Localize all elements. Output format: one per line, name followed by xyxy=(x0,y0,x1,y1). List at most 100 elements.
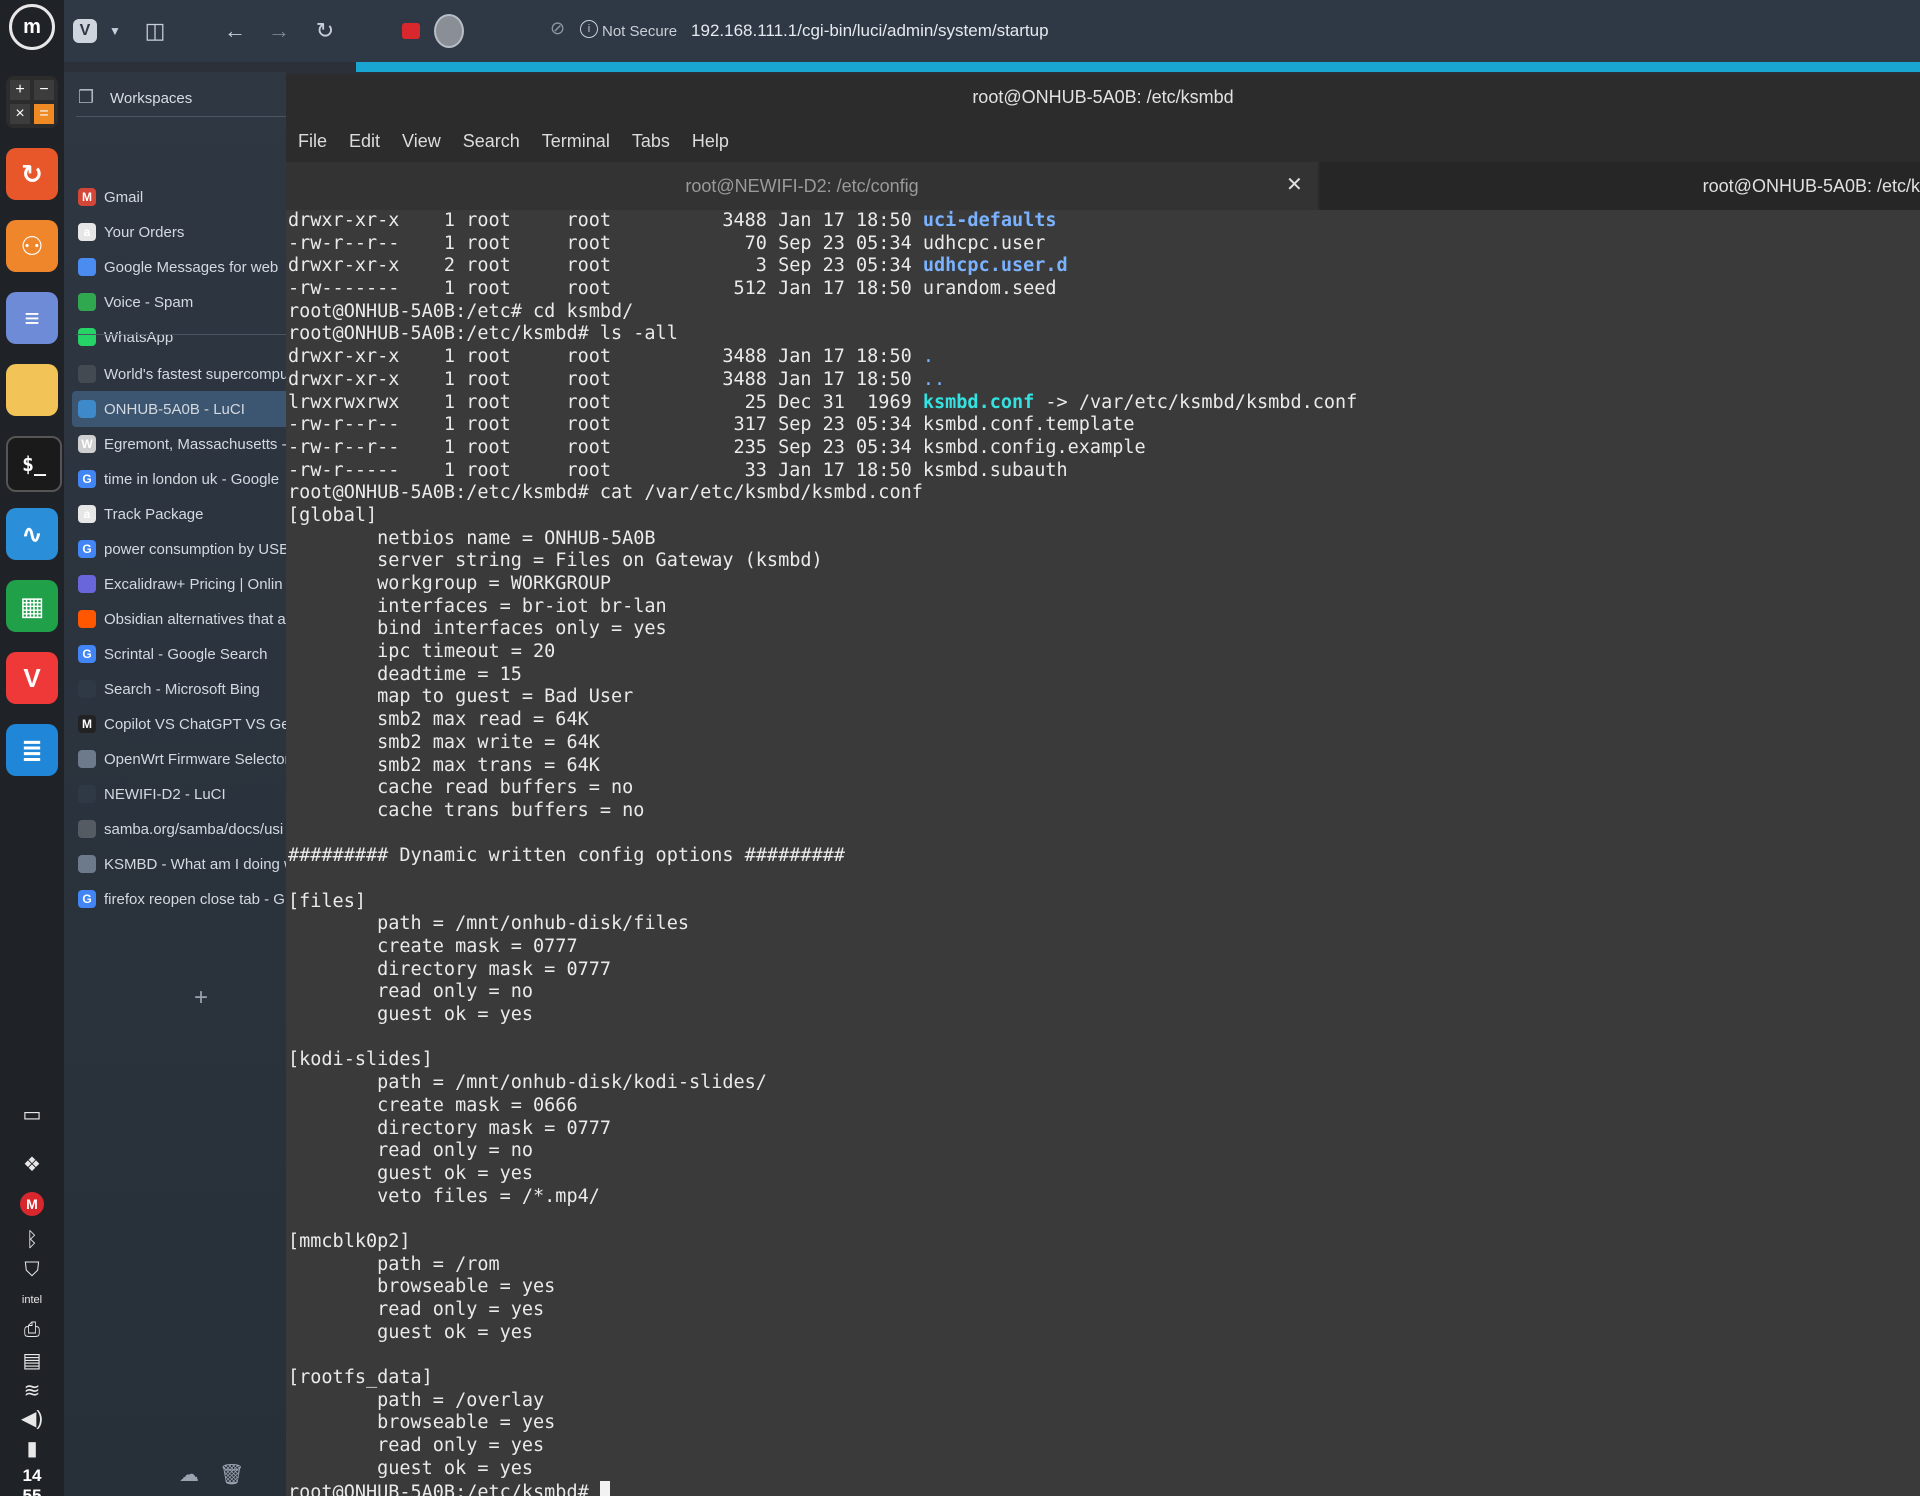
intel-icon[interactable]: intel xyxy=(16,1286,48,1314)
sidebar-tab[interactable]: G Scrintal - Google Search xyxy=(72,636,286,672)
terminal-text: netbios name = ONHUB-5A0B xyxy=(288,527,656,549)
shield-icon[interactable]: ⛉ xyxy=(16,1256,48,1284)
trash-icon[interactable]: 🗑 xyxy=(219,1462,244,1487)
favicon-icon: a xyxy=(78,223,96,241)
favicon-icon xyxy=(78,855,96,873)
timeshift-icon[interactable]: ↻ xyxy=(6,148,58,200)
menu-item[interactable]: View xyxy=(402,131,441,152)
dropbox-icon[interactable]: ❖ xyxy=(16,1150,48,1178)
info-icon[interactable]: i xyxy=(580,20,598,38)
sidebar-tab[interactable]: OpenWrt Firmware Selector xyxy=(72,741,286,777)
sidebar-tab[interactable]: W Egremont, Massachusetts - xyxy=(72,426,286,462)
favicon-icon xyxy=(78,258,96,276)
vivaldi-icon[interactable]: V xyxy=(6,652,58,704)
network-app-icon[interactable]: ⚇ xyxy=(6,220,58,272)
avatar[interactable] xyxy=(434,14,464,48)
tab-newifi[interactable]: root@NEWIFI-D2: /etc/config xyxy=(286,162,1318,210)
terminal-highlight: . xyxy=(922,346,935,368)
spreadsheet-icon[interactable]: ▦ xyxy=(6,580,58,632)
sidebar-tab[interactable]: a Track Package xyxy=(72,496,286,532)
address-bar[interactable]: ⊘ i Not Secure 192.168.111.1/cgi-bin/luc… xyxy=(540,14,1920,48)
extension-icon[interactable] xyxy=(396,16,426,46)
favicon-icon: G xyxy=(78,645,96,663)
sidebar-tab[interactable]: ONHUB-5A0B - LuCI xyxy=(72,391,286,427)
tracker-blocker-icon[interactable]: ⊘ xyxy=(550,18,565,39)
sidebar-tab[interactable]: Search - Microsoft Bing xyxy=(72,671,286,707)
close-icon[interactable]: ✕ xyxy=(1286,172,1303,197)
sidebar-tab[interactable]: M Copilot VS ChatGPT VS Gem xyxy=(72,706,286,742)
url-text[interactable]: 192.168.111.1/cgi-bin/luci/admin/system/… xyxy=(691,21,1049,41)
terminal-text: directory mask = 0777 xyxy=(288,1117,612,1139)
terminal-line: map to guest = Bad User xyxy=(288,686,1918,709)
back-icon[interactable]: ← xyxy=(220,16,250,46)
calculator-icon[interactable]: + − × = xyxy=(6,76,58,128)
panel-toggle-icon[interactable]: ◫ xyxy=(140,16,170,46)
document-icon[interactable]: ≣ xyxy=(6,724,58,776)
system-monitor-icon[interactable]: ∿ xyxy=(6,508,58,560)
files-folder-icon[interactable] xyxy=(6,364,58,416)
bluetooth-icon[interactable]: ᛒ xyxy=(16,1226,48,1254)
text-editor-icon[interactable]: ≡ xyxy=(6,292,58,344)
terminal-line: read only = yes xyxy=(288,1299,1918,1322)
tab-sidebar: ❒ Workspaces M Gmail a Your Orders Google Me… xyxy=(64,72,286,1496)
mega-icon[interactable]: M xyxy=(16,1190,48,1218)
dock: m + − × = ↻ ⚇ ≡ $_ ∿ ▦ V ≣ ▭ ❖ M ᛒ ⛉ int… xyxy=(0,0,64,1496)
terminal-line: directory mask = 0777 xyxy=(288,1118,1918,1141)
sidebar-tab-label: firefox reopen close tab - G xyxy=(104,890,285,908)
terminal-line: lrwxrwxrwx 1 root root 25 Dec 31 1969 ks… xyxy=(288,392,1918,415)
sidebar-tab[interactable]: Google Messages for web xyxy=(72,249,286,285)
cloud-sync-icon[interactable]: ☁ xyxy=(179,1462,199,1487)
sidebar-tab[interactable]: Gfirefox reopen close tab - G xyxy=(72,881,286,917)
sidebar-tab[interactable]: Gtime in london uk - Google xyxy=(72,461,286,497)
printer-icon[interactable]: ⎙ xyxy=(16,1316,48,1344)
terminal-icon[interactable]: $_ xyxy=(6,436,62,492)
terminal-line: cache read buffers = no xyxy=(288,777,1918,800)
mint-menu-icon[interactable]: m xyxy=(9,4,55,50)
menu-item[interactable]: Help xyxy=(692,131,729,152)
chevron-down-icon[interactable]: ▼ xyxy=(100,16,130,46)
menu-item[interactable]: Search xyxy=(463,131,520,152)
radio-icon[interactable]: ▭ xyxy=(16,1100,48,1128)
clipboard-icon[interactable]: ▤ xyxy=(16,1346,48,1374)
battery-icon[interactable]: ▮ xyxy=(16,1434,48,1462)
menu-item[interactable]: Edit xyxy=(349,131,380,152)
tab-label: root@NEWIFI-D2: /etc/config xyxy=(685,175,919,196)
menu-item[interactable]: File xyxy=(298,131,327,152)
tab-onhub[interactable]: root@ONHUB-5A0B: /etc/k xyxy=(1320,162,1920,210)
sidebar-tab[interactable]: M Gmail xyxy=(72,179,286,215)
sidebar-tab[interactable]: KSMBD - What am I doing w xyxy=(72,846,286,882)
terminal-line: -rw-r--r-- 1 root root 235 Sep 23 05:34 … xyxy=(288,437,1918,460)
terminal-text: read only = no xyxy=(288,981,534,1003)
wifi-icon[interactable]: ≋ xyxy=(16,1376,48,1404)
sidebar-tab[interactable]: World's fastest supercompu xyxy=(72,356,286,392)
terminal-text: guest ok = yes xyxy=(288,1321,534,1343)
sidebar-tab[interactable]: samba.org/samba/docs/usi xyxy=(72,811,286,847)
favicon-icon xyxy=(78,680,96,698)
reload-icon[interactable]: ↻ xyxy=(310,16,340,46)
terminal-line: cache trans buffers = no xyxy=(288,800,1918,823)
vivaldi-menu-icon[interactable]: V xyxy=(70,16,100,46)
sidebar-tab[interactable]: NEWIFI-D2 - LuCI xyxy=(72,776,286,812)
sidebar-tab-label: Track Package xyxy=(104,505,204,523)
workspaces-button[interactable]: ❒ Workspaces xyxy=(78,80,192,116)
add-tab-icon[interactable]: + xyxy=(194,984,208,1012)
menu-item[interactable]: Tabs xyxy=(632,131,670,152)
terminal-line: create mask = 0666 xyxy=(288,1095,1918,1118)
terminal-output[interactable]: drwxr-xr-x 1 root root 3488 Jan 17 18:50… xyxy=(288,210,1918,1496)
terminal-text: workgroup = WORKGROUP xyxy=(288,573,612,594)
menu-item[interactable]: Terminal xyxy=(542,131,610,152)
sidebar-tab[interactable]: WhatsApp xyxy=(72,319,286,355)
forward-icon[interactable]: → xyxy=(264,16,294,46)
terminal-text: server string = Files on Gateway (ksmbd) xyxy=(288,550,823,572)
terminal-line: browseable = yes xyxy=(288,1412,1918,1435)
sidebar-tab[interactable]: Gpower consumption by USB xyxy=(72,531,286,567)
volume-icon[interactable]: ◀) xyxy=(16,1404,48,1432)
terminal-line: [global] xyxy=(288,505,1918,528)
window-title: root@ONHUB-5A0B: /etc/ksmbd xyxy=(286,74,1920,120)
terminal-text: root@ONHUB-5A0B:/etc/ksmbd# ls -all xyxy=(288,323,678,345)
sidebar-tab[interactable]: Voice - Spam xyxy=(72,284,286,320)
terminal-text: create mask = 0666 xyxy=(288,1094,578,1116)
sidebar-tab[interactable]: Excalidraw+ Pricing | Onlin xyxy=(72,566,286,602)
sidebar-tab[interactable]: a Your Orders xyxy=(72,214,286,250)
sidebar-tab[interactable]: Obsidian alternatives that a xyxy=(72,601,286,637)
